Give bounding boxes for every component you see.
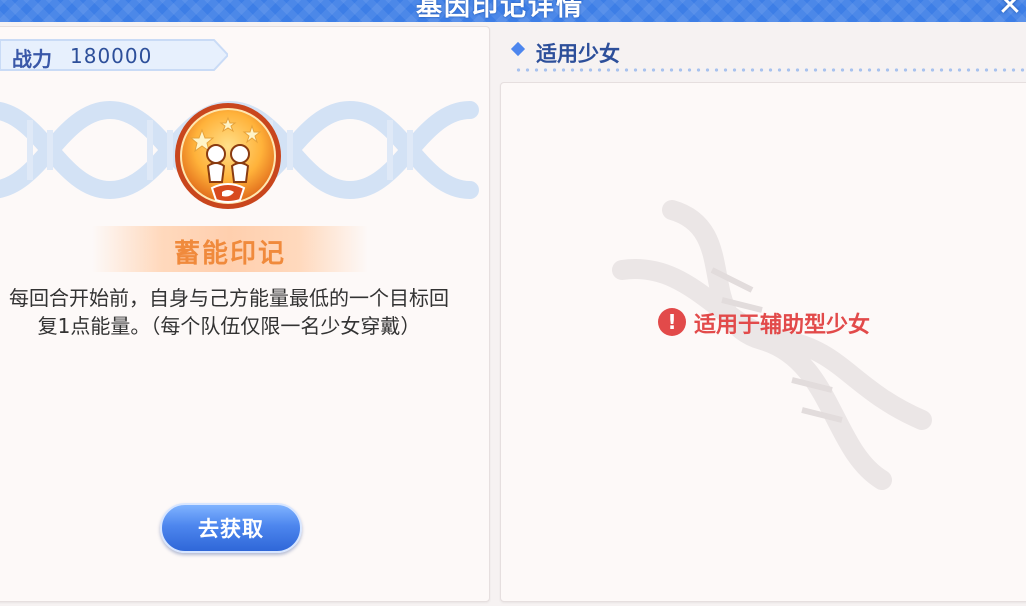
imprint-name: 蓄能印记 bbox=[173, 239, 286, 269]
obtain-button[interactable]: 去获取 bbox=[160, 503, 302, 553]
window-title: 基因印记详情 bbox=[415, 0, 584, 22]
dna-helix-watermark-icon bbox=[612, 200, 932, 490]
imprint-description: 每回合开始前，自身与己方能量最低的一个目标回复1点能量。（每个队伍仅限一名少女穿… bbox=[9, 286, 449, 338]
energy-imprint-emblem-icon bbox=[175, 103, 281, 209]
section-title: 适用少女 bbox=[536, 42, 620, 66]
close-icon[interactable]: ✕ bbox=[996, 0, 1024, 21]
power-label: 战力 bbox=[12, 47, 52, 71]
title-bar: 基因印记详情 ✕ bbox=[0, 0, 1026, 22]
power-badge: 战力 180000 bbox=[0, 38, 228, 72]
section-divider bbox=[514, 68, 1026, 72]
warning-icon: ! bbox=[658, 308, 686, 336]
power-value: 180000 bbox=[70, 44, 153, 68]
diamond-bullet-icon bbox=[510, 41, 526, 57]
notice-text: 适用于辅助型少女 bbox=[694, 313, 871, 338]
